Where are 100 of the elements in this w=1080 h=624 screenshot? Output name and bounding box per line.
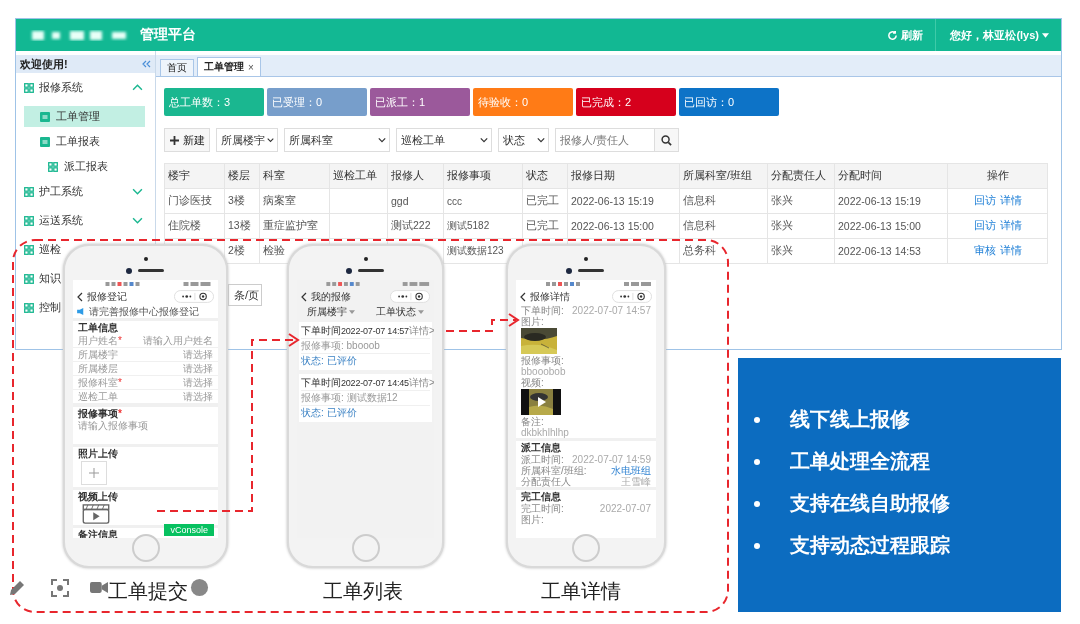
table-cell: 2022-06-13 15:00 [835,214,948,239]
stat-card[interactable]: 已回访：0 [679,88,779,116]
tab[interactable]: 工单管理 × [197,57,261,76]
order-card[interactable]: 下单时间2022-07-07 14:45详情> 报修事项: 测试数据12 状态: 已评价 [299,374,432,422]
status-text: 状态: 已评价 [301,355,357,367]
sidebar-item[interactable]: 控制 [16,293,63,322]
sidebar-item[interactable]: 知识 [16,264,63,293]
action-link[interactable]: 详情 [999,219,1022,233]
caret-icon [417,309,424,314]
sidebar-item[interactable]: 运送系统 [16,206,155,235]
field-label: 巡检工单 [78,390,118,403]
grid-icon [24,302,34,313]
action-link[interactable]: 审核 [973,244,996,258]
table-cell: 信息科 [680,214,768,239]
table-cell: 2022-06-13 15:00 [568,214,680,239]
table-cell: 测试5182 [444,214,523,239]
table-cell: 测试222 [388,214,444,239]
chevron-up-icon [132,84,143,91]
sidebar-item[interactable]: 护工系统 [16,177,155,206]
column-header: 报修日期 [568,164,680,189]
field-value: 2022-07-07 14:57 [572,305,651,316]
input-field[interactable]: 请选择 [139,377,213,388]
sidebar-subitem[interactable]: 工单管理 [24,106,145,127]
grid-icon [24,215,34,226]
input-field[interactable]: 请选择 [139,349,213,360]
column-header: 报修事项 [444,164,523,189]
sidebar-subitem[interactable]: 派工报表 [24,156,145,177]
field-value: 水电班组 [611,465,651,476]
details-link[interactable]: 详情> [408,325,434,337]
table-cell: 张兴 [768,189,835,214]
filter-select[interactable]: 状态 [498,128,549,152]
column-header: 所属科室/班组 [680,164,768,189]
scan-icon[interactable] [50,578,70,598]
sidebar-title: 欢迎使用! [20,56,68,72]
action-link[interactable]: 回访 [973,219,996,233]
action-link[interactable]: 回访 [973,194,996,208]
caret-icon [349,309,356,314]
chevron-down-icon [378,137,386,143]
pencil-icon[interactable] [7,578,27,598]
new-button[interactable]: 新建 [164,128,210,152]
sidebar-item[interactable]: 巡检 [16,235,63,264]
search-field[interactable]: 报修人/责任人 [555,128,655,152]
filter-select[interactable]: 所属楼宇 [216,128,278,152]
field-label: 所属楼层 [78,362,118,375]
page-size-select[interactable]: 条/页 [228,284,262,306]
column-header: 楼宇 [165,164,225,189]
phone-caption: 工单列表 [323,579,403,604]
column-header: 分配责任人 [768,164,835,189]
filter-dropdown[interactable]: 所属楼宇 [307,305,356,318]
order-card[interactable]: 下单时间2022-07-07 14:57详情> 报修事项: bbooob 状态: 已评价 [299,322,432,370]
circle-icon[interactable] [190,578,209,597]
table-cell: 3楼 [225,189,260,214]
filter-select[interactable]: 所属科室 [284,128,390,152]
empty-cell [330,189,388,214]
video-camera-icon[interactable] [90,581,108,594]
action-link[interactable]: 详情 [999,244,1022,258]
field-label: 完工时间: [521,503,564,514]
back-icon[interactable] [77,291,83,302]
video-icon[interactable] [81,504,111,524]
search-button[interactable] [655,128,679,152]
refresh-icon [887,29,899,41]
bullet-icon [754,458,760,465]
table-cell: 门诊医技 [165,189,225,214]
app-title: 管理平台 [140,26,196,44]
capsule-menu-button[interactable] [174,290,214,303]
column-header: 分配时间 [835,164,948,189]
feature-text: 支持动态过程跟踪 [790,534,950,557]
document-icon [40,136,50,147]
sidebar-subitem[interactable]: 工单报表 [24,131,145,152]
input-field[interactable]: 请选择 [139,363,213,374]
chevron-down-icon [132,188,143,195]
plus-icon [169,135,179,145]
time-label: 下单时间 [301,325,341,337]
grid-icon [24,244,34,255]
input-field[interactable]: 请输入用户姓名 [139,335,213,346]
table-cell: 病案室 [260,189,330,214]
table-cell: 重症监护室 [260,214,330,239]
action-link[interactable]: 详情 [999,194,1022,208]
sidebar-item[interactable]: 报修系统 [16,73,155,102]
filter-dropdown[interactable]: 工单状态 [375,305,424,318]
tab[interactable]: 首页 [160,59,194,76]
collapse-icon[interactable] [141,60,151,68]
table-cell: 信息科 [680,189,768,214]
capsule-menu-button[interactable] [612,290,652,303]
speaker-icon [77,308,86,315]
details-link[interactable]: 详情> [408,377,434,389]
back-icon[interactable] [301,291,307,302]
stat-card[interactable]: 已完成：2 [576,88,676,116]
plus-icon [89,468,99,478]
back-icon[interactable] [520,291,526,302]
field-label: 分配责任人 [521,476,571,487]
empty-cell [330,214,388,239]
filter-select[interactable]: 巡检工单 [396,128,492,152]
table-cell: 13楼 [225,214,260,239]
stat-card[interactable]: 已派工：1 [370,88,470,116]
column-header: 操作 [948,164,1048,189]
input-field[interactable]: 请选择 [139,391,213,402]
field-value: 王雪峰 [621,476,651,487]
capsule-menu-button[interactable] [390,290,430,303]
column-header: 状态 [523,164,568,189]
